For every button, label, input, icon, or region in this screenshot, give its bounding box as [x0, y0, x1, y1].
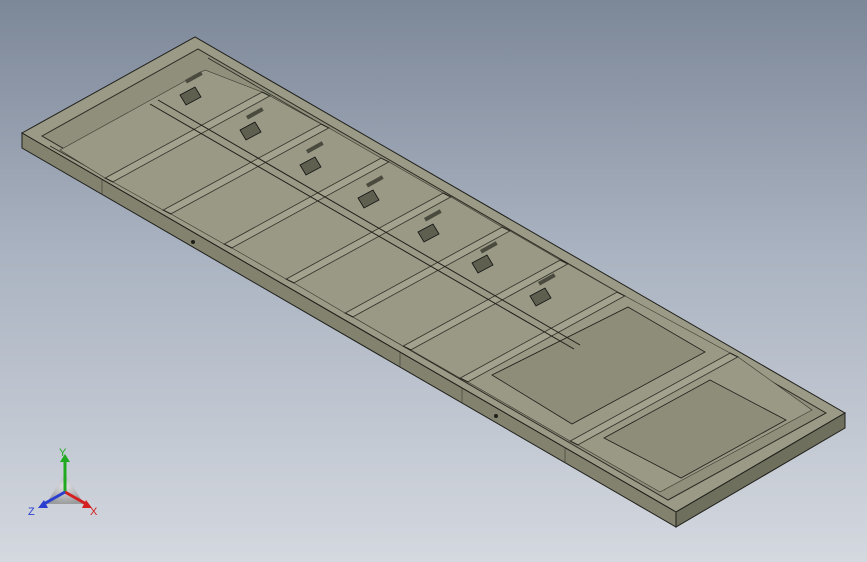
mount-hole-2 [494, 414, 498, 418]
model-view[interactable] [0, 0, 867, 562]
graphics-viewport[interactable]: Y X Z [0, 0, 867, 562]
mount-hole-1 [191, 240, 195, 244]
z-axis-label: Z [28, 506, 35, 518]
x-axis-label: X [90, 506, 98, 518]
coordinate-triad: Y X Z [28, 447, 98, 518]
y-axis-label: Y [59, 447, 67, 459]
